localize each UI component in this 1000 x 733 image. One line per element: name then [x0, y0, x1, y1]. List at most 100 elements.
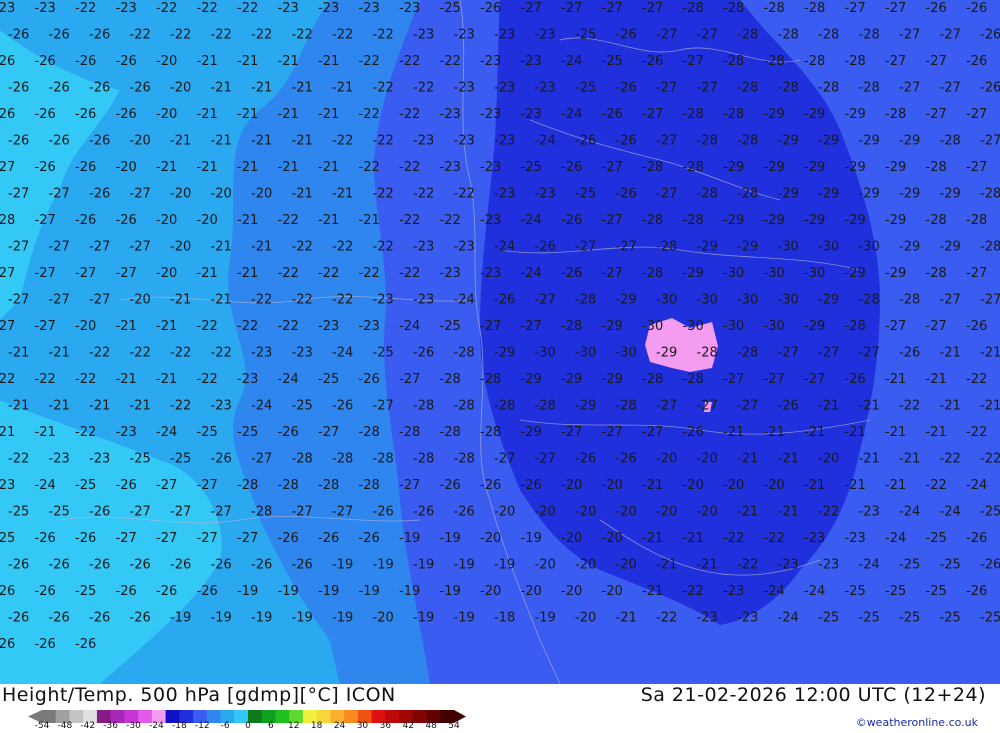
contour-label: -24: [521, 266, 542, 281]
contour-label: -26: [49, 611, 70, 626]
scale-tick-label: -42: [80, 721, 96, 731]
contour-label: -26: [359, 372, 380, 387]
contour-label: -23: [454, 28, 475, 43]
contour-label: -22: [170, 346, 191, 361]
contour-label: -26: [89, 611, 110, 626]
contour-label: -24: [535, 134, 556, 149]
contour-label: -19: [318, 584, 339, 599]
contour-label: -27: [885, 319, 906, 334]
contour-label: -30: [642, 319, 663, 334]
scale-tick-label: 48: [425, 721, 437, 731]
contour-label: -23: [49, 452, 70, 467]
contour-label: -22: [966, 372, 987, 387]
contour-label: -22: [197, 372, 218, 387]
contour-label: -23: [251, 346, 272, 361]
contour-label: -29: [602, 319, 623, 334]
contour-label: -29: [804, 160, 825, 175]
contour-label: -28: [642, 160, 663, 175]
contour-label: -26: [575, 134, 596, 149]
contour-label: -29: [521, 425, 542, 440]
contour-label: -28: [818, 28, 839, 43]
contour-label: -26: [292, 558, 313, 573]
contour-label: -22: [318, 266, 339, 281]
contour-label: -26: [89, 81, 110, 96]
contour-label: -23: [535, 187, 556, 202]
contour-label: -21: [926, 372, 947, 387]
contour-label: -22: [399, 266, 420, 281]
contour-label: -25: [575, 187, 596, 202]
contour-label: -29: [899, 134, 920, 149]
contour-label: -29: [764, 160, 785, 175]
contour-label: -26: [116, 584, 137, 599]
contour-label: -28: [966, 213, 987, 228]
contour-label: -23: [237, 372, 258, 387]
scale-tick-label: -18: [171, 721, 187, 731]
contour-label: -26: [359, 531, 380, 546]
contour-label: -25: [980, 611, 1000, 626]
contour-label: -24: [885, 531, 906, 546]
contour-label: -26: [116, 107, 137, 122]
contour-label: -22: [89, 346, 110, 361]
contour-label: -26: [35, 107, 56, 122]
contour-label: -27: [737, 399, 758, 414]
contour-label: -28: [318, 478, 339, 493]
contour-label: -21: [156, 319, 177, 334]
contour-label: -27: [494, 452, 515, 467]
contour-label: -29: [885, 160, 906, 175]
contour-label: -28: [480, 372, 501, 387]
contour-label: -20: [602, 531, 623, 546]
contour-label: -26: [197, 584, 218, 599]
contour-label: -22: [359, 54, 380, 69]
contour-label: -28: [535, 399, 556, 414]
contour-label: -21: [318, 54, 339, 69]
contour-label: -19: [278, 584, 299, 599]
contour-label: -28: [683, 160, 704, 175]
contour-label: -28: [575, 293, 596, 308]
weather-map: -23-23-22-23-22-22-22-23-23-23-23-25-26-…: [0, 0, 1000, 684]
contour-label: -30: [818, 240, 839, 255]
contour-label: -24: [804, 584, 825, 599]
contour-label: -25: [980, 505, 1000, 520]
contour-label: -27: [602, 1, 623, 16]
scale-tick-label: 36: [379, 721, 392, 731]
contour-label: -20: [75, 319, 96, 334]
contour-label: -27: [697, 81, 718, 96]
contour-label: -21: [737, 505, 758, 520]
contour-label: -27: [697, 399, 718, 414]
scale-tick-label: 30: [356, 721, 369, 731]
map-title: Height/Temp. 500 hPa [gdmp][°C] ICON: [2, 684, 396, 706]
contour-label: -26: [616, 28, 637, 43]
credit-link[interactable]: ©weatheronline.co.uk: [856, 716, 978, 729]
scale-tick-label: -6: [220, 721, 230, 731]
contour-label: -25: [818, 611, 839, 626]
contour-label: -22: [656, 611, 677, 626]
contour-label: -22: [764, 531, 785, 546]
contour-label: -28: [292, 452, 313, 467]
contour-label: -29: [859, 187, 880, 202]
contour-label: -23: [440, 160, 461, 175]
contour-label: -20: [764, 478, 785, 493]
contour-label: -26: [966, 319, 987, 334]
contour-label: -27: [778, 346, 799, 361]
contour-label: -26: [616, 452, 637, 467]
contour-label: -26: [683, 425, 704, 440]
contour-label: -21: [116, 319, 137, 334]
contour-label: -23: [440, 266, 461, 281]
contour-label: -27: [642, 425, 663, 440]
contour-label: -21: [170, 134, 191, 149]
contour-label: -26: [130, 611, 151, 626]
contour-label: -19: [494, 558, 515, 573]
contour-label: -27: [480, 319, 501, 334]
contour-label: -22: [278, 266, 299, 281]
contour-label: -22: [292, 28, 313, 43]
contour-label: -26: [75, 160, 96, 175]
contour-label: -21: [89, 399, 110, 414]
contour-label: -21: [804, 425, 825, 440]
contour-label: -20: [561, 531, 582, 546]
contour-label: -28: [737, 187, 758, 202]
contour-label: -21: [940, 346, 961, 361]
contour-label: -28: [616, 399, 637, 414]
contour-label: -26: [602, 107, 623, 122]
contour-label: -19: [332, 558, 353, 573]
contour-label: -24: [35, 478, 56, 493]
